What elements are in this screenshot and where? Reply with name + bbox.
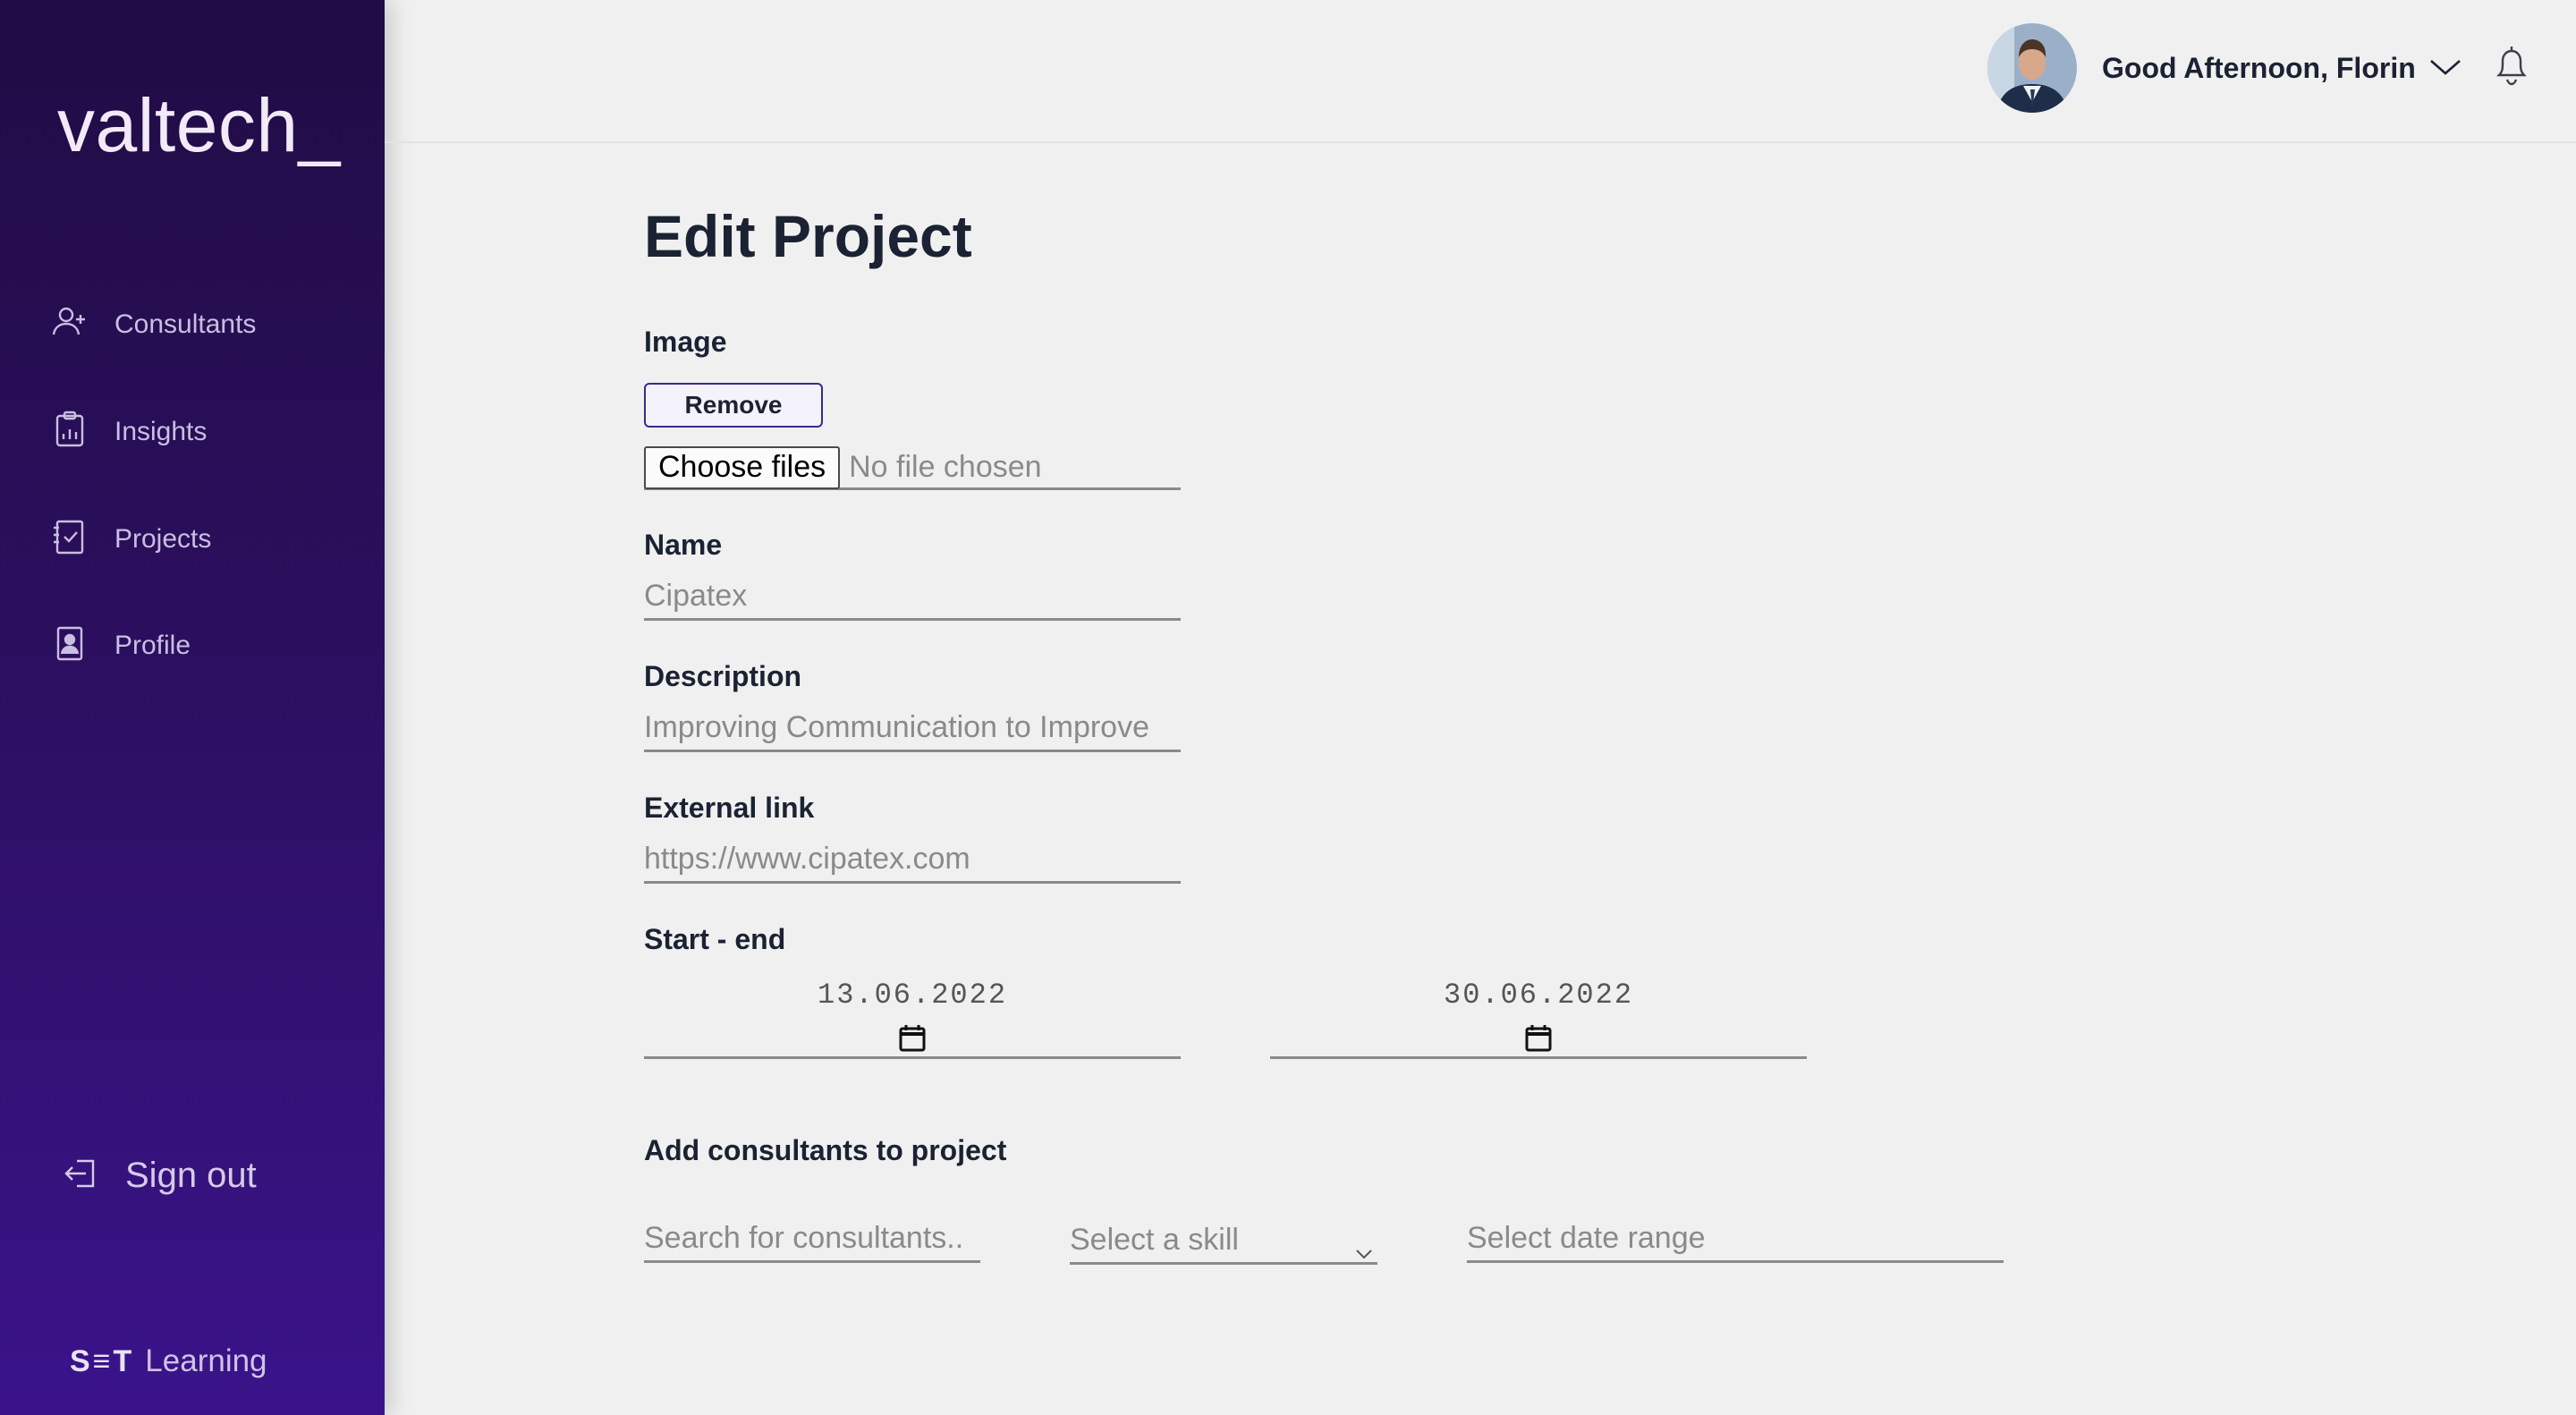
clipboard-chart-icon [50,410,89,453]
end-date-value: 30.06.2022 [1443,979,1634,1012]
no-file-text: No file chosen [849,450,1042,484]
set-learning-brand: S≡T Learning [70,1343,267,1379]
end-date-field[interactable]: 30.06.2022 [1270,979,1807,1059]
sign-out-label: Sign out [125,1156,257,1195]
brand-text: Learning [145,1343,267,1378]
skill-select-value: Select a skill [1070,1223,1239,1257]
external-link-field[interactable]: https://www.cipatex.com [644,837,1181,884]
calendar-icon[interactable] [897,1023,928,1054]
chevron-down-icon[interactable] [2428,54,2463,80]
clipboard-check-icon [50,517,89,561]
brand-mark: S≡T [70,1344,135,1378]
sidebar-item-consultants[interactable]: Consultants [50,302,256,346]
greeting-menu[interactable]: Good Afternoon, Florin [2102,52,2416,85]
external-link-label: External link [644,792,815,824]
sidebar: valtech_ Consultants Insights Projects P… [0,0,385,1415]
user-plus-icon [50,302,89,346]
sidebar-item-label: Projects [114,523,212,554]
choose-files-button[interactable]: Choose files [644,445,841,489]
page-title: Edit Project [644,203,972,269]
sidebar-item-projects[interactable]: Projects [50,517,211,561]
name-field[interactable]: Cipatex [644,574,1181,621]
consultant-search-input[interactable]: Search for consultants.. [644,1216,980,1263]
name-label: Name [644,529,723,561]
sidebar-item-label: Insights [114,416,208,446]
sidebar-item-label: Profile [114,630,191,660]
sidebar-item-insights[interactable]: Insights [50,410,207,453]
chevron-down-icon [1354,1234,1374,1259]
avatar[interactable] [1987,23,2077,113]
sidebar-item-label: Consultants [114,309,257,339]
start-date-value: 13.06.2022 [817,979,1008,1012]
description-label: Description [644,660,802,692]
description-field[interactable]: Improving Communication to Improve [644,706,1181,752]
skill-select[interactable]: Select a skill [1070,1218,1377,1265]
profile-card-icon [50,623,89,667]
calendar-icon[interactable] [1523,1023,1554,1054]
start-date-field[interactable]: 13.06.2022 [644,979,1181,1059]
sidebar-item-profile[interactable]: Profile [50,623,191,667]
app-logo[interactable]: valtech_ [57,82,341,169]
bell-icon[interactable] [2492,43,2531,88]
file-input[interactable]: Choose files No file chosen [644,445,1181,490]
dates-label: Start - end [644,923,786,955]
remove-image-button[interactable]: Remove [644,383,823,428]
date-range-input[interactable]: Select date range [1467,1216,2004,1263]
sign-out-icon [61,1154,100,1198]
image-label: Image [644,326,727,358]
sign-out-button[interactable]: Sign out [61,1154,257,1198]
add-consultants-label: Add consultants to project [644,1134,1007,1166]
